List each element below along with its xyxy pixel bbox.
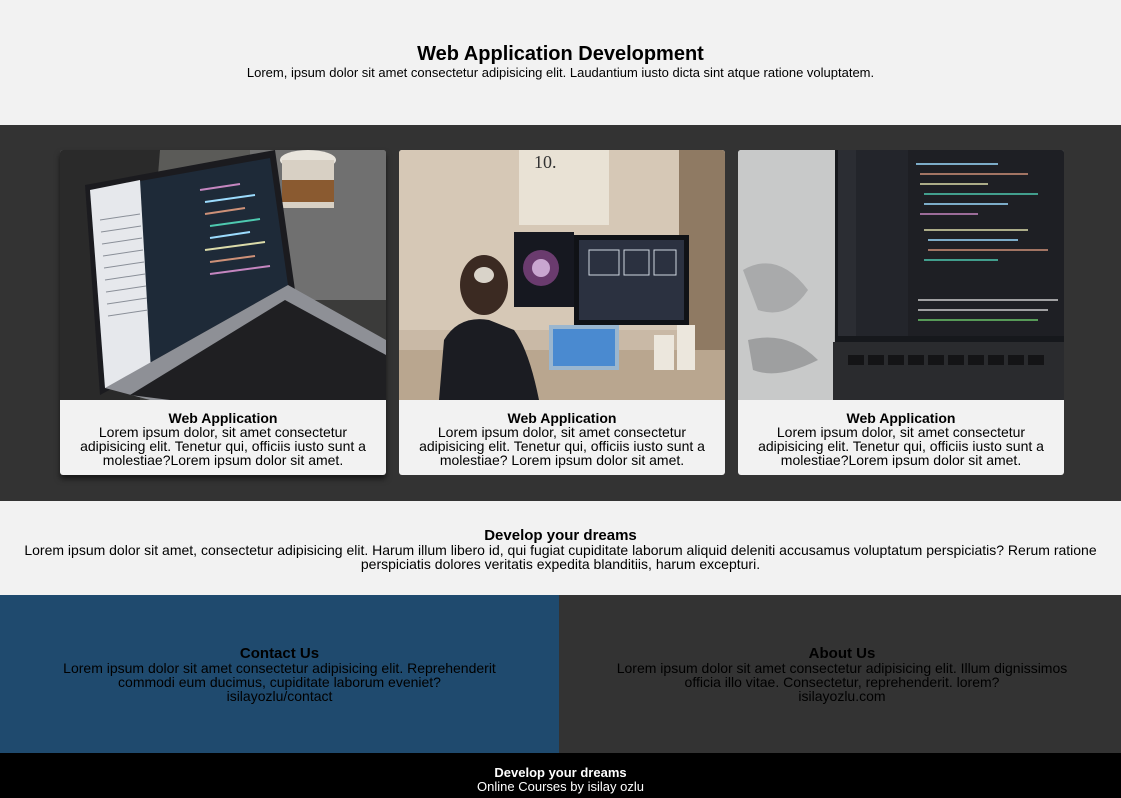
card-laptop-code[interactable]: Web Application Lorem ipsum dolor, sit a… — [60, 150, 386, 475]
hero-subtitle: Lorem, ipsum dolor sit amet consectetur … — [246, 65, 875, 80]
dreams-text: Lorem ipsum dolor sit amet, consectetur … — [24, 542, 1097, 572]
contact-link[interactable]: isilayozlu/contact — [55, 689, 504, 703]
contact-title: Contact Us — [239, 645, 320, 662]
page-title: Web Application Development — [417, 43, 704, 65]
card-laptop-bed[interactable]: Web Application Lorem ipsum dolor, sit a… — [738, 150, 1064, 475]
card-text: Lorem ipsum dolor, sit amet consectetur … — [419, 424, 705, 468]
about-link[interactable]: isilayozlu.com — [609, 689, 1075, 703]
hero-section: Web Application Development Lorem, ipsum… — [0, 0, 1121, 125]
card-image-desk: 10. — [399, 150, 725, 400]
card-text: Lorem ipsum dolor, sit amet consectetur … — [80, 424, 366, 468]
footer-title: Develop your dreams — [494, 765, 627, 780]
about-title: About Us — [808, 645, 876, 662]
card-title: Web Application — [507, 410, 617, 426]
dreams-title: Develop your dreams — [484, 527, 637, 544]
footer: Develop your dreams Online Courses by is… — [0, 753, 1121, 798]
about-text: Lorem ipsum dolor sit amet consectetur a… — [616, 660, 1068, 690]
contact-text: Lorem ipsum dolor sit amet consectetur a… — [63, 660, 496, 690]
dreams-section: Develop your dreams Lorem ipsum dolor si… — [0, 501, 1121, 595]
svg-text:10.: 10. — [534, 152, 557, 172]
about-panel: About Us Lorem ipsum dolor sit amet cons… — [559, 595, 1121, 753]
card-title: Web Application — [846, 410, 956, 426]
card-text: Lorem ipsum dolor, sit amet consectetur … — [758, 424, 1044, 468]
footer-subtitle: Online Courses by isilay ozlu — [477, 779, 644, 794]
card-image-bed — [738, 150, 1064, 400]
card-title: Web Application — [168, 410, 278, 426]
card-woman-desk[interactable]: 10. Web Application Lorem ipsum dolor, s… — [399, 150, 725, 475]
card-image-laptop — [60, 150, 386, 400]
contact-panel: Contact Us Lorem ipsum dolor sit amet co… — [0, 595, 559, 753]
info-section: Contact Us Lorem ipsum dolor sit amet co… — [0, 595, 1121, 753]
cards-section: Web Application Lorem ipsum dolor, sit a… — [0, 125, 1121, 501]
